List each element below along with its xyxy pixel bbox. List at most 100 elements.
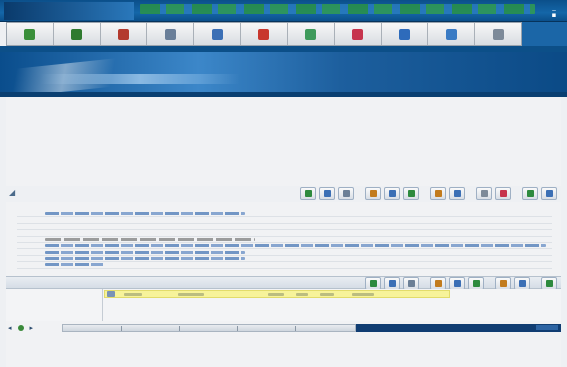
field-value[interactable] [45,263,105,267]
field-value[interactable] [45,212,245,216]
copy-record-button[interactable] [338,187,354,200]
view-button[interactable] [430,187,446,200]
toolbar-button-8[interactable] [335,23,382,45]
record-detail [17,202,552,270]
attach-icon [453,280,461,287]
document-icon [398,28,410,40]
record-tabs [17,202,552,211]
window-controls[interactable]: _ ▪ [544,3,564,19]
table-cell [124,292,142,296]
results-list [6,289,561,321]
home-icon [24,28,36,40]
field-value[interactable] [45,225,546,228]
timeline-scroller: ◂ ▸ [6,321,561,335]
print-icon [480,190,488,197]
toolbar-button-6[interactable] [241,23,288,45]
field-value[interactable] [45,256,245,260]
globe-icon [305,28,317,40]
heart-icon [352,28,364,40]
add-icon [304,190,312,197]
toolbar-button-4[interactable] [147,23,195,45]
edit-record-button[interactable] [319,187,335,200]
toolbar-button-3[interactable] [101,23,148,45]
timeline-track[interactable] [62,324,356,332]
chart-icon [445,28,457,40]
field-value[interactable] [45,231,546,234]
table-cell [178,292,204,296]
mail-button[interactable] [403,187,419,200]
field-value[interactable] [45,219,546,222]
timeline-thumb[interactable] [536,325,558,330]
record-actions [300,187,557,200]
app-logo [4,2,134,20]
flag-icon [118,28,130,40]
export-button[interactable] [522,187,538,200]
table-row[interactable] [104,290,450,298]
link-button[interactable] [365,187,381,200]
timeline-tick [179,326,180,331]
mail-icon [211,28,223,40]
mail-icon [407,190,415,197]
table-cell [268,292,284,296]
timeline-tick [121,326,122,331]
banner-swoosh-2 [40,74,240,84]
table-cell [320,292,334,296]
toolbar-button-7[interactable] [288,23,335,45]
print-icon [492,28,504,40]
scroll-right-icon[interactable]: ▸ [30,325,34,332]
app-window: _ ▪ ◢ ◂ ▸ [0,0,567,367]
add-icon [369,280,377,287]
record-fields [17,211,552,269]
timeline-tick [295,326,296,331]
filter-icon [518,280,526,287]
print-button[interactable] [476,187,492,200]
mail-icon [472,280,480,287]
header-banner [0,52,567,92]
field-value[interactable] [45,250,245,254]
contact-icon [164,28,176,40]
copy-icon [342,190,350,197]
toolbar-button-5[interactable] [194,23,242,45]
edit-icon [323,190,331,197]
delete-icon [499,190,507,197]
toolbar-end [522,22,567,46]
status-icon [17,325,24,331]
toolbar-button-11[interactable] [475,23,521,45]
toolbar-button-10[interactable] [428,23,476,45]
export-icon [545,280,553,287]
history-icon [453,190,461,197]
panel-grip-icon[interactable]: ◢ [9,189,17,197]
footer [0,357,567,365]
timeline-nav: ◂ ▸ [6,322,56,334]
record-field-row [17,262,552,269]
help-button[interactable] [541,187,557,200]
toolbar-button-2[interactable] [54,23,101,45]
help-icon [545,190,553,197]
export-icon [526,190,534,197]
scroll-left-icon[interactable]: ◂ [8,325,12,332]
toolbar-button-1[interactable] [7,23,54,45]
table-cell [352,292,374,296]
restore-icon[interactable]: ▪ [544,11,564,19]
main-toolbar [6,22,522,46]
link-icon [434,280,442,287]
history-button[interactable] [449,187,465,200]
toolbar-button-9[interactable] [382,23,429,45]
results-splitter[interactable] [102,289,103,321]
minimize-icon[interactable]: _ [544,3,564,11]
timeline-progress[interactable] [356,324,561,332]
view-icon [499,280,507,287]
field-value[interactable] [45,244,546,248]
field-value[interactable] [45,237,255,241]
delete-button[interactable] [495,187,511,200]
record-type-icon [107,291,115,297]
attach-button[interactable] [384,187,400,200]
calendar-icon [258,28,270,40]
banner-swoosh [0,53,160,92]
timeline-tick [237,326,238,331]
edit-icon [388,280,396,287]
results-header [6,276,561,290]
record-panel-header: ◢ [6,186,561,202]
tree-icon [71,28,83,40]
new-record-button[interactable] [300,187,316,200]
